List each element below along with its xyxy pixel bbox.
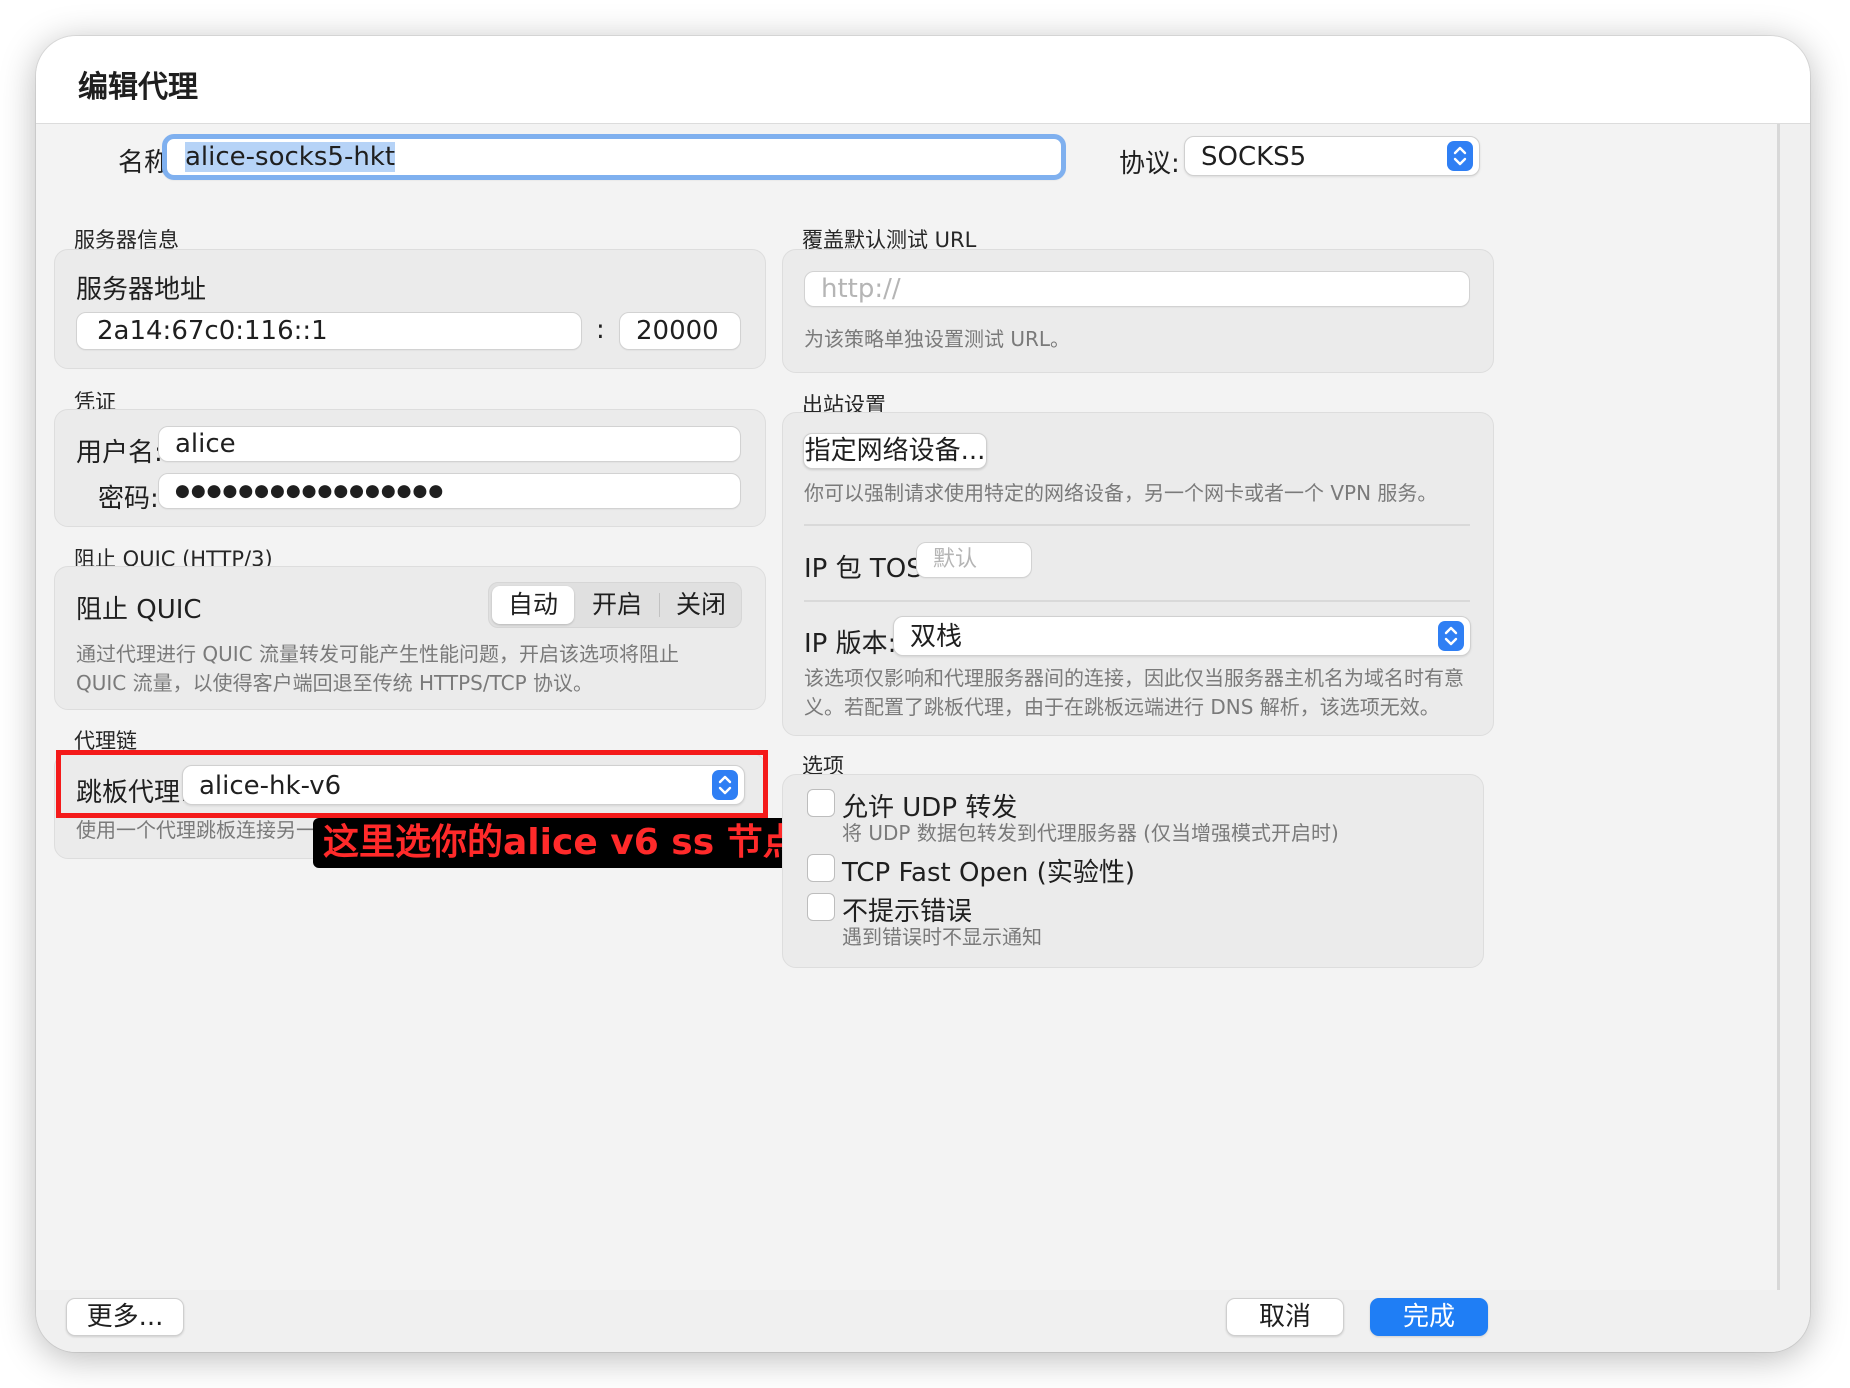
protocol-select[interactable]: SOCKS5 [1184, 136, 1480, 176]
tos-label: IP 包 TOS: [804, 554, 932, 584]
divider [804, 524, 1470, 526]
server-host-input[interactable]: 2a14:67c0:116::1 [76, 312, 582, 350]
suppress-errors-sublabel: 遇到错误时不显示通知 [842, 925, 1042, 949]
server-group [54, 249, 766, 369]
annotation-label: 这里选你的alice v6 ss 节点 [313, 818, 809, 868]
test-url-input[interactable]: http:// [804, 271, 1470, 307]
port-separator: : [596, 315, 605, 345]
server-port-input[interactable]: 20000 [619, 312, 741, 350]
username-input[interactable]: alice [158, 426, 741, 462]
test-url-description: 为该策略单独设置测试 URL。 [804, 327, 1071, 351]
quic-label: 阻止 QUIC [76, 595, 202, 625]
password-label: 密码: [98, 484, 159, 514]
test-url-group [782, 249, 1494, 373]
username-label: 用户名: [76, 438, 163, 468]
chevron-updown-icon [1438, 621, 1464, 651]
chevron-updown-icon [1447, 141, 1473, 171]
udp-forward-checkbox[interactable] [807, 789, 835, 817]
divider [804, 600, 1470, 602]
ip-version-value: 双栈 [910, 622, 963, 652]
quic-option-auto[interactable]: 自动 [492, 586, 574, 624]
edit-proxy-dialog: 编辑代理 名称: alice-socks5-hkt 协议: SOCKS5 服务器… [36, 36, 1810, 1352]
quic-option-off[interactable]: 关闭 [661, 586, 741, 624]
ip-version-label: IP 版本: [804, 629, 897, 659]
annotation-highlight-box [56, 750, 768, 818]
tcp-fast-open-label: TCP Fast Open (实验性) [842, 858, 1135, 888]
protocol-label: 协议: [1119, 149, 1180, 179]
segment-divider [659, 593, 660, 617]
quic-segmented-control: 自动 开启 关闭 [488, 582, 742, 628]
network-device-description: 你可以强制请求使用特定的网络设备，另一个网卡或者一个 VPN 服务。 [804, 481, 1438, 505]
password-input[interactable]: ●●●●●●●●●●●●●●●●● [158, 473, 741, 509]
udp-forward-sublabel: 将 UDP 数据包转发到代理服务器 (仅当增强模式开启时) [842, 821, 1339, 845]
quic-option-on[interactable]: 开启 [577, 586, 657, 624]
name-input-value: alice-socks5-hkt [185, 142, 396, 172]
server-address-label: 服务器地址 [76, 275, 207, 305]
name-input[interactable]: alice-socks5-hkt [162, 134, 1066, 180]
cancel-button[interactable]: 取消 [1226, 1298, 1344, 1336]
more-button[interactable]: 更多... [66, 1298, 184, 1336]
protocol-select-value: SOCKS5 [1201, 142, 1307, 172]
suppress-errors-checkbox[interactable] [807, 893, 835, 921]
ip-version-description: 该选项仅影响和代理服务器间的连接，因此仅当服务器主机名为域名时有意义。若配置了跳… [804, 666, 1464, 719]
quic-description: 通过代理进行 QUIC 流量转发可能产生性能问题，开启该选项将阻止 QUIC 流… [76, 642, 679, 695]
ip-version-select[interactable]: 双栈 [893, 616, 1471, 656]
dialog-footer: 更多... 取消 完成 [36, 1290, 1810, 1352]
tcp-fast-open-checkbox[interactable] [807, 854, 835, 882]
dialog-title: 编辑代理 [78, 70, 198, 105]
done-button[interactable]: 完成 [1370, 1298, 1488, 1336]
tos-input[interactable]: 默认 [916, 542, 1032, 578]
specify-network-device-button[interactable]: 指定网络设备... [803, 433, 987, 469]
title-bar: 编辑代理 [36, 36, 1810, 124]
